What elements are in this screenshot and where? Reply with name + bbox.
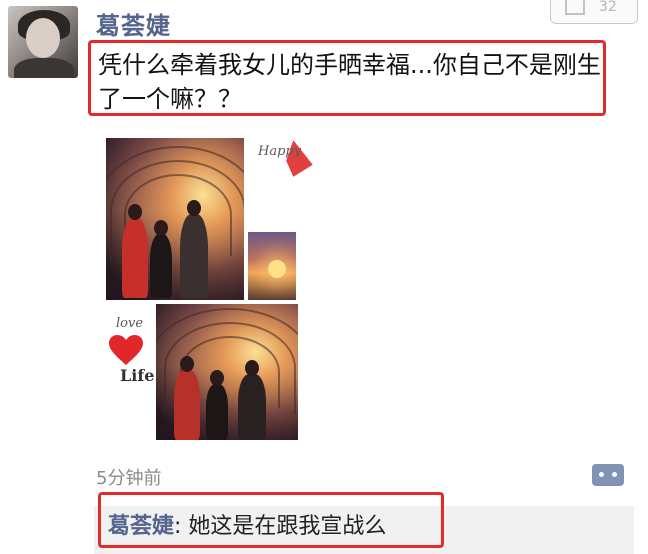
avatar-body xyxy=(14,58,74,78)
person-figure xyxy=(174,356,200,440)
avatar[interactable] xyxy=(8,6,78,78)
post-text: 凭什么牵着我女儿的手晒幸福...你自己不是刚生了一个嘛？？ xyxy=(98,51,601,113)
photo-sunset[interactable] xyxy=(248,232,296,300)
person-figure xyxy=(238,360,266,440)
love-label: love xyxy=(116,316,144,331)
comment-author[interactable]: 葛荟婕 xyxy=(108,514,174,539)
tray-icon xyxy=(565,0,585,15)
comment-separator: : xyxy=(174,514,189,539)
person-figure xyxy=(150,220,172,298)
photo-tunnel-2[interactable] xyxy=(156,304,298,440)
comment-button[interactable] xyxy=(592,464,624,486)
happy-label: Happy xyxy=(258,144,302,159)
comment-item: 葛荟婕: 她这是在跟我宣战么 xyxy=(108,508,386,540)
sun-icon xyxy=(268,260,286,278)
person-figure xyxy=(180,200,208,298)
comment-text: 她这是在跟我宣战么 xyxy=(188,514,387,539)
person-figure xyxy=(122,204,148,298)
avatar-face xyxy=(26,18,60,58)
heart-icon xyxy=(109,335,143,365)
notification-badge[interactable]: 32 xyxy=(550,0,638,24)
person-figure xyxy=(206,370,228,440)
life-label: Life xyxy=(120,366,155,385)
dot-icon xyxy=(612,472,617,477)
dot-icon xyxy=(599,472,604,477)
badge-count: 32 xyxy=(599,0,617,15)
post-timestamp: 5分钟前 xyxy=(96,468,162,489)
photo-tunnel-1[interactable] xyxy=(106,138,244,300)
post-author-name[interactable]: 葛荟婕 xyxy=(96,6,171,41)
